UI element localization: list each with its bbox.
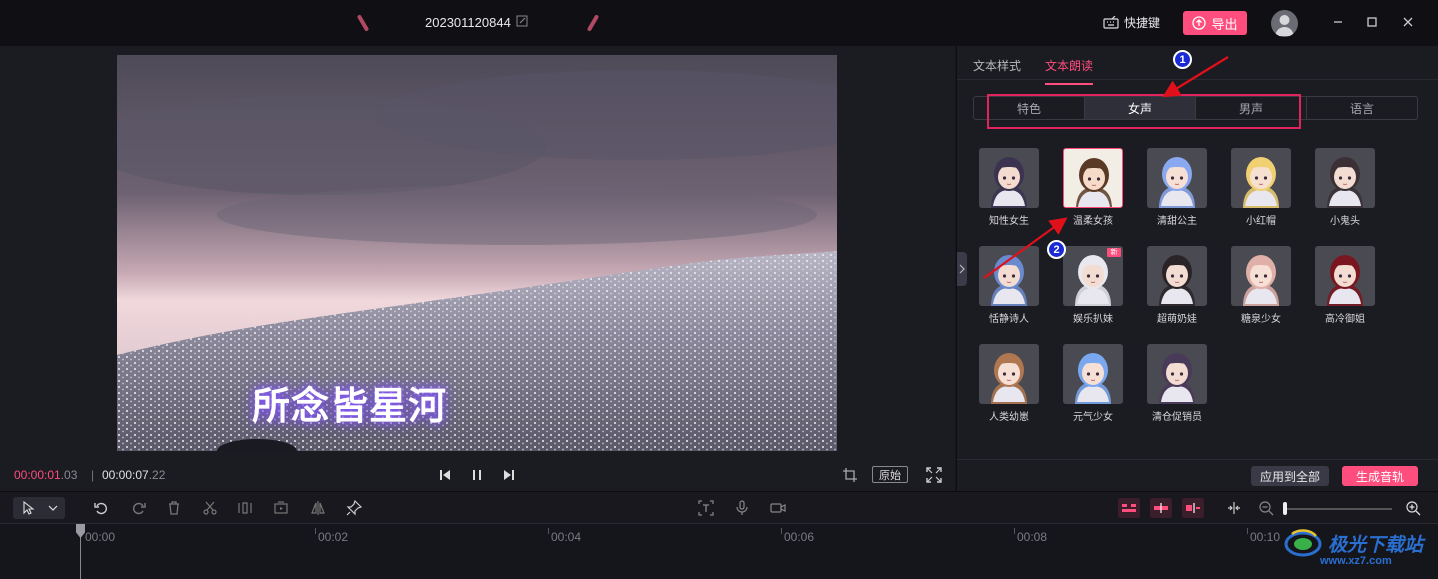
link-track-button[interactable] <box>1150 498 1172 518</box>
ruler-tick-label: 00:04 <box>551 530 582 544</box>
annotation-marker-2: 2 <box>1047 240 1066 259</box>
ruler-tick-label: 00:02 <box>318 530 349 544</box>
preview-axis-button[interactable] <box>1182 498 1204 518</box>
ruler-tick <box>548 528 549 534</box>
timeline-ruler[interactable]: 00:00 00:02 00:04 00:06 00:08 00:10 <box>0 524 1438 579</box>
fit-timeline-icon[interactable] <box>1226 500 1242 516</box>
chevron-down-icon <box>48 505 58 511</box>
ruler-tick-label: 00:06 <box>784 530 815 544</box>
zoom-in-icon[interactable] <box>1405 500 1421 516</box>
snap-main-track-button[interactable] <box>1118 498 1140 518</box>
site-watermark: 极光下载站 <box>1284 528 1423 558</box>
record-video-icon[interactable] <box>770 500 786 516</box>
ruler-tick-label: 00:10 <box>1250 530 1281 544</box>
watermark-url: www.xz7.com <box>1320 555 1392 567</box>
pin-icon[interactable] <box>346 500 362 516</box>
select-tool-dropdown[interactable] <box>13 497 65 519</box>
playhead-handle[interactable] <box>76 524 85 538</box>
text-recognition-icon[interactable] <box>698 500 714 516</box>
snap-icon <box>1122 504 1136 512</box>
ruler-tick <box>1247 528 1248 534</box>
microphone-icon[interactable] <box>734 500 750 516</box>
axis-icon <box>1186 503 1200 513</box>
cursor-icon <box>23 501 35 515</box>
aurora-logo-icon <box>1284 529 1322 557</box>
replace-clip-icon[interactable] <box>273 500 289 516</box>
mirror-icon[interactable] <box>310 500 326 516</box>
zoom-out-icon[interactable] <box>1258 500 1274 516</box>
zoom-slider-handle[interactable] <box>1283 502 1287 515</box>
undo-icon[interactable] <box>93 500 109 516</box>
redo-icon[interactable] <box>131 500 147 516</box>
annotation-marker-1: 1 <box>1173 50 1192 69</box>
split-icon[interactable] <box>237 500 253 516</box>
ruler-tick <box>1014 528 1015 534</box>
ruler-tick-label: 00:00 <box>85 530 116 544</box>
ruler-tick-label: 00:08 <box>1017 530 1048 544</box>
ruler-tick <box>781 528 782 534</box>
link-icon <box>1154 503 1168 513</box>
ruler-tick <box>315 528 316 534</box>
timeline-toolbar <box>0 491 1438 524</box>
delete-icon[interactable] <box>166 500 182 516</box>
scissors-icon[interactable] <box>202 500 218 516</box>
zoom-slider-track[interactable] <box>1286 508 1392 510</box>
watermark-title: 极光下载站 <box>1328 534 1424 556</box>
